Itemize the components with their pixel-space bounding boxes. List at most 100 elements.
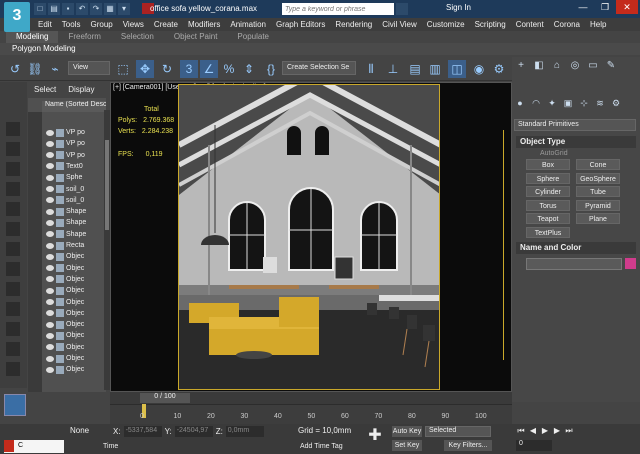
name-column-header[interactable]: Name (Sorted Desce xyxy=(42,101,106,112)
visibility-eye-icon[interactable] xyxy=(46,265,54,272)
undo-icon[interactable]: ↺ xyxy=(6,60,24,78)
menu-item[interactable]: Edit xyxy=(33,18,57,31)
visibility-eye-icon[interactable] xyxy=(46,242,54,249)
modify-tab-icon[interactable]: ◧ xyxy=(532,60,546,74)
list-item[interactable]: Objec xyxy=(46,274,84,285)
set-key-plus-icon[interactable]: ✚ xyxy=(366,427,384,445)
search-input[interactable] xyxy=(282,3,394,15)
visibility-eye-icon[interactable] xyxy=(46,253,54,260)
filter-xrefs-icon[interactable] xyxy=(6,262,20,276)
material-editor-icon[interactable]: ◉ xyxy=(470,60,488,78)
menu-item[interactable]: Content xyxy=(511,18,549,31)
list-item[interactable]: Objec xyxy=(46,330,84,341)
geometry-icon[interactable]: ● xyxy=(514,98,526,110)
select-object-icon[interactable]: ⬚ xyxy=(114,60,132,78)
visibility-eye-icon[interactable] xyxy=(46,231,54,238)
list-item[interactable]: Text0 xyxy=(46,161,83,172)
menu-item[interactable]: Modifiers xyxy=(183,18,225,31)
filter-frozen-icon[interactable] xyxy=(6,322,20,336)
reference-coordinate-dropdown[interactable]: View xyxy=(68,61,110,75)
menu-item[interactable]: Rendering xyxy=(330,18,377,31)
spinner-snap-icon[interactable]: ⇕ xyxy=(240,60,258,78)
visibility-eye-icon[interactable] xyxy=(46,197,54,204)
key-selection-dropdown[interactable]: Selected xyxy=(425,426,491,437)
filter-all-icon[interactable] xyxy=(6,362,20,376)
primitive-button[interactable]: Pyramid xyxy=(576,199,620,211)
visibility-eye-icon[interactable] xyxy=(46,174,54,181)
menu-item[interactable]: Customize xyxy=(422,18,470,31)
primitive-button[interactable]: GeoSphere xyxy=(576,172,620,184)
cameras-icon[interactable]: ▣ xyxy=(562,98,574,110)
menu-item[interactable]: Animation xyxy=(225,18,271,31)
primitive-button[interactable]: Tube xyxy=(576,186,620,197)
prev-frame-icon[interactable]: ◀ xyxy=(528,426,538,436)
list-item[interactable]: Shape xyxy=(46,229,86,240)
primitive-button[interactable]: TextPlus xyxy=(526,226,570,238)
visibility-eye-icon[interactable] xyxy=(46,140,54,147)
filter-groups-icon[interactable] xyxy=(6,242,20,256)
visibility-eye-icon[interactable] xyxy=(46,366,54,373)
primitive-button[interactable]: Cone xyxy=(576,159,620,170)
primitive-button[interactable]: Torus xyxy=(526,199,570,211)
play-icon[interactable]: ▶ xyxy=(540,426,550,436)
primitive-button[interactable]: Plane xyxy=(576,213,620,224)
project-icon[interactable]: ▦ xyxy=(104,3,116,15)
helpers-icon[interactable]: ⊹ xyxy=(578,98,590,110)
list-item[interactable]: Shape xyxy=(46,206,86,217)
primitive-button[interactable]: Sphere xyxy=(526,172,570,184)
menu-item[interactable]: Views xyxy=(118,18,149,31)
primitive-category-dropdown[interactable]: Standard Primitives xyxy=(514,119,636,131)
select-rotate-icon[interactable]: ↻ xyxy=(158,60,176,78)
visibility-eye-icon[interactable] xyxy=(46,310,54,317)
ribbon-panel-label[interactable]: Polygon Modeling xyxy=(12,44,76,53)
filter-spacewarps-icon[interactable] xyxy=(6,222,20,236)
redo-icon[interactable]: ↷ xyxy=(90,3,102,15)
align-icon[interactable]: ⊥ xyxy=(384,60,402,78)
add-time-tag-button[interactable]: Add Time Tag xyxy=(300,443,343,450)
auto-key-button[interactable]: Auto Key xyxy=(392,426,422,437)
list-item[interactable]: Objec xyxy=(46,364,84,375)
visibility-eye-icon[interactable] xyxy=(46,355,54,362)
primitive-button[interactable]: Teapot xyxy=(526,213,570,224)
list-item[interactable]: VP po xyxy=(46,138,85,149)
create-tab-icon[interactable]: + xyxy=(514,60,528,74)
minimize-icon[interactable]: — xyxy=(572,0,594,14)
menu-item[interactable]: Scripting xyxy=(470,18,511,31)
ribbon-tab[interactable]: Object Paint xyxy=(164,31,228,43)
visibility-eye-icon[interactable] xyxy=(46,321,54,328)
new-file-icon[interactable]: □ xyxy=(34,3,46,15)
list-item[interactable]: Recta xyxy=(46,240,84,251)
select-link-icon[interactable]: ⛓ xyxy=(26,60,44,78)
display-tab-icon[interactable]: ▭ xyxy=(586,60,600,74)
object-color-swatch[interactable] xyxy=(625,258,636,269)
goto-end-icon[interactable]: ⏭ xyxy=(564,426,574,436)
visibility-eye-icon[interactable] xyxy=(46,129,54,136)
render-setup-icon[interactable]: ⚙ xyxy=(490,60,508,78)
list-item[interactable]: Objec xyxy=(46,353,84,364)
edit-named-selection-icon[interactable]: {} xyxy=(262,60,280,78)
goto-start-icon[interactable]: ⏮ xyxy=(516,426,526,436)
systems-icon[interactable]: ⚙ xyxy=(610,98,622,110)
ribbon-tab[interactable]: Modeling xyxy=(6,31,59,43)
next-frame-icon[interactable]: ▶ xyxy=(552,426,562,436)
filter-helpers-icon[interactable] xyxy=(6,202,20,216)
filter-cameras-icon[interactable] xyxy=(6,182,20,196)
menu-item[interactable]: Help xyxy=(585,18,611,31)
list-item[interactable]: Sphe xyxy=(46,172,82,183)
menu-item[interactable]: Tools xyxy=(57,18,86,31)
list-item[interactable]: Objec xyxy=(46,308,84,319)
object-type-rollout[interactable]: Object Type xyxy=(516,136,636,148)
maxscript-close-icon[interactable] xyxy=(4,440,14,452)
visibility-eye-icon[interactable] xyxy=(46,163,54,170)
sign-in-link[interactable]: Sign In xyxy=(446,3,471,12)
z-coordinate-field[interactable]: 0,0mm xyxy=(225,426,264,437)
toggle-ribbon-icon[interactable]: ▥ xyxy=(426,60,444,78)
list-item[interactable]: Objec xyxy=(46,263,84,274)
filter-shapes-icon[interactable] xyxy=(6,142,20,156)
primitive-button[interactable]: Cylinder xyxy=(526,186,570,197)
list-item[interactable]: Shape xyxy=(46,217,86,228)
list-item[interactable]: Objec xyxy=(46,297,84,308)
mirror-icon[interactable]: ⫴ xyxy=(362,60,380,78)
menu-item[interactable]: Group xyxy=(85,18,117,31)
angle-snap-icon[interactable]: ∠ xyxy=(200,60,218,78)
